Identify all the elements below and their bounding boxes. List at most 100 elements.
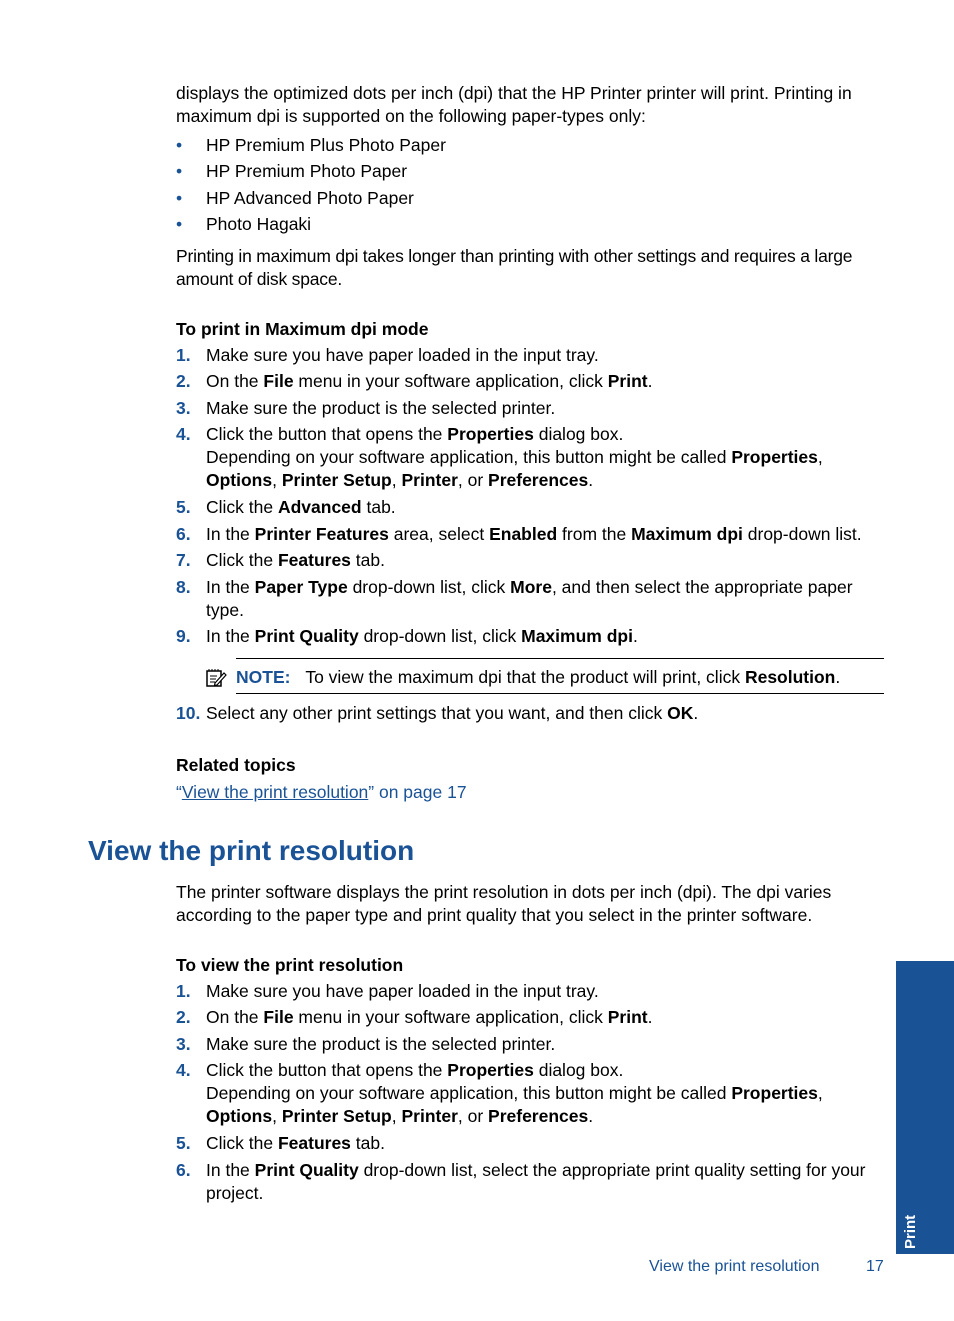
paper-type: HP Advanced Photo Paper xyxy=(206,188,414,208)
manual-page: displays the optimized dots per inch (dp… xyxy=(0,0,954,1321)
step-text: menu in your software application, click xyxy=(293,1007,608,1027)
step-text: Make sure you have paper loaded in the i… xyxy=(206,345,599,365)
procedure-title: To print in Maximum dpi mode xyxy=(176,319,429,339)
chapter-tab-text: Print xyxy=(902,1214,919,1249)
note-icon xyxy=(205,667,227,689)
note-bottom-rule xyxy=(236,693,884,694)
step-text: , or xyxy=(457,470,489,490)
step-content: Make sure you have paper loaded in the i… xyxy=(206,344,891,367)
step-text: drop-down list. xyxy=(742,524,862,544)
step-text: tab. xyxy=(361,497,396,517)
step-content: Click the Advanced tab. xyxy=(206,496,891,519)
note-top-rule xyxy=(236,658,884,659)
ui-term: Print Quality xyxy=(254,1160,359,1180)
step-text: , xyxy=(391,470,402,490)
ui-term: Features xyxy=(277,1133,351,1153)
step-number: 4. xyxy=(176,1060,191,1080)
step-text: area, select xyxy=(388,524,490,544)
step-number: 6. xyxy=(176,524,191,544)
step-text: . xyxy=(693,703,699,723)
step-text: from the xyxy=(557,524,632,544)
step-text: Make sure the product is the selected pr… xyxy=(206,1034,556,1054)
step-content: In the Print Quality drop-down list, sel… xyxy=(206,1159,891,1205)
step-content: Select any other print settings that you… xyxy=(206,702,891,725)
step-number: 1. xyxy=(176,345,191,365)
bullet-icon: • xyxy=(176,135,183,155)
step-content: In the Print Quality drop-down list, cli… xyxy=(206,625,891,648)
ui-term: Printer Setup xyxy=(281,470,392,490)
step-number: 5. xyxy=(176,1133,191,1153)
step-text: Click the button that opens the xyxy=(206,424,448,444)
step-number: 1. xyxy=(176,981,191,1001)
step-content: In the Printer Features area, select Ena… xyxy=(206,523,891,546)
ui-term: Maximum dpi xyxy=(521,626,633,646)
page-reference: ” on page 17 xyxy=(368,782,467,802)
footer-section-title: View the print resolution xyxy=(649,1258,820,1275)
bullet-icon: • xyxy=(176,214,183,234)
step-text: Make sure the product is the selected pr… xyxy=(206,398,556,418)
step-content: Make sure the product is the selected pr… xyxy=(206,397,891,420)
ui-term: Printer Features xyxy=(254,524,389,544)
ui-term: Properties xyxy=(731,447,818,467)
step-detail: Depending on your software application, … xyxy=(206,1082,891,1128)
step-text: , or xyxy=(457,1106,489,1126)
step-text: , xyxy=(817,447,823,467)
ui-term: Printer xyxy=(401,470,458,490)
step-text: menu in your software application, click xyxy=(293,371,608,391)
ui-term: Advanced xyxy=(277,497,362,517)
bullet-icon: • xyxy=(176,161,183,181)
step-content: Make sure you have paper loaded in the i… xyxy=(206,980,891,1003)
ui-term: Features xyxy=(277,550,351,570)
paper-type: HP Premium Plus Photo Paper xyxy=(206,135,446,155)
step-text: Click the button that opens the xyxy=(206,1060,448,1080)
step-text: tab. xyxy=(350,550,385,570)
step-content: On the File menu in your software applic… xyxy=(206,1006,891,1029)
related-topics-title: Related topics xyxy=(176,755,296,775)
section-paragraph: The printer software displays the print … xyxy=(176,882,832,925)
ui-term: Properties xyxy=(731,1083,818,1103)
page-number: 17 xyxy=(866,1258,884,1275)
ui-term: Printer xyxy=(401,1106,458,1126)
step-text: dialog box. xyxy=(533,1060,624,1080)
related-topic-entry: “View the print resolution” on page 17 xyxy=(176,781,467,803)
note-label: NOTE: xyxy=(236,667,291,687)
step-text: dialog box. xyxy=(533,424,624,444)
step-text: , xyxy=(272,470,282,490)
section-heading: View the print resolution xyxy=(88,835,415,866)
step-number: 7. xyxy=(176,550,191,570)
step-text: On the xyxy=(206,1007,264,1027)
step-text: In the xyxy=(206,626,255,646)
ui-term: OK xyxy=(667,703,694,723)
step-text: Click the xyxy=(206,1133,278,1153)
step-text: In the xyxy=(206,524,255,544)
step-number: 2. xyxy=(176,371,191,391)
ui-term: Options xyxy=(206,1106,273,1126)
step-text: drop-down list, click xyxy=(358,626,522,646)
step-text: Depending on your software application, … xyxy=(206,1083,732,1103)
step-text: Click the xyxy=(206,550,278,570)
bullet-icon: • xyxy=(176,188,183,208)
step-text: To view the maximum dpi that the product… xyxy=(305,667,745,687)
ui-term: Options xyxy=(206,470,273,490)
step-number: 4. xyxy=(176,424,191,444)
ui-term: Print xyxy=(607,1007,648,1027)
ui-term: Properties xyxy=(447,424,534,444)
step-content: In the Paper Type drop-down list, click … xyxy=(206,576,891,622)
step-number: 3. xyxy=(176,398,191,418)
ui-term: More xyxy=(510,577,552,597)
intro-paragraph: displays the optimized dots per inch (dp… xyxy=(176,83,852,126)
step-text: tab. xyxy=(350,1133,385,1153)
ui-term: Preferences xyxy=(488,470,589,490)
step-number: 5. xyxy=(176,497,191,517)
step-number: 2. xyxy=(176,1007,191,1027)
ui-term: Printer Setup xyxy=(281,1106,392,1126)
step-text: . xyxy=(588,1106,594,1126)
paper-type: Photo Hagaki xyxy=(206,214,312,234)
step-text: Click the xyxy=(206,497,278,517)
view-print-resolution-link[interactable]: View the print resolution xyxy=(182,782,368,802)
step-text: In the xyxy=(206,577,255,597)
step-text: . xyxy=(835,667,841,687)
ui-term: Print xyxy=(607,371,648,391)
step-text: , xyxy=(817,1083,823,1103)
step-content: Click the Features tab. xyxy=(206,549,891,572)
